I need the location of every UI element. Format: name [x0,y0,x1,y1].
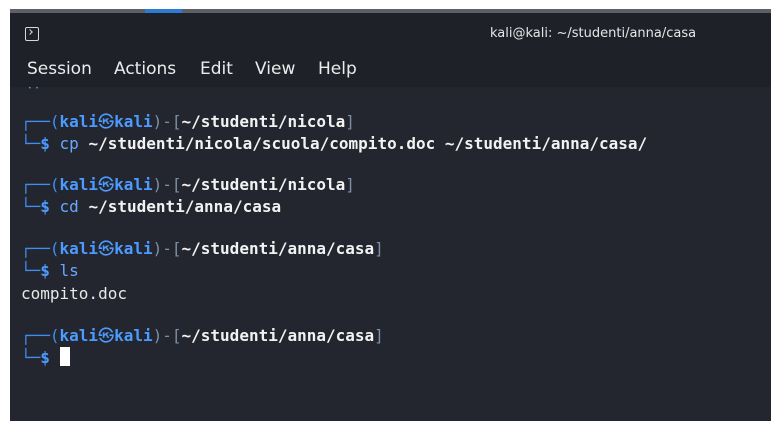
menu-help[interactable]: Help [318,59,357,79]
menu-actions[interactable]: Actions [114,59,176,79]
prompt-at-symbol: ㉿ [98,239,115,258]
command-name: ls [59,261,79,280]
command-args: ~/studenti/nicola/scuola/compito.doc ~/s… [88,134,648,153]
prompt-separator: )-[ [152,239,182,258]
terminal-window: kali@kali: ~/studenti/anna/casa Session … [10,9,771,421]
scrolled-out-text: • • [28,85,39,92]
prompt-line: ┌──(kali㉿kali)-[~/studenti/nicola] [21,111,355,133]
command-line: └─$ ls [21,260,79,282]
prompt-separator: )-[ [152,112,182,131]
prompt-host: kali [114,239,153,258]
title-bar: kali@kali: ~/studenti/anna/casa [10,13,771,53]
prompt-cwd: ~/studenti/nicola [181,112,346,131]
prompt-cwd: ~/studenti/anna/casa [181,239,375,258]
prompt-frame-bottom: └─ [21,348,41,367]
prompt-user: kali [59,326,99,345]
prompt-dollar: $ [40,134,50,153]
command-name: cp [59,134,79,153]
terminal-output-area[interactable]: • • ┌──(kali㉿kali)-[~/studenti/nicola] └… [10,85,771,421]
prompt-frame: ┌──( [21,112,60,131]
command-name: cd [59,197,79,216]
window-title: kali@kali: ~/studenti/anna/casa [490,26,697,41]
command-line[interactable]: └─$ [21,347,70,369]
prompt-at-symbol: ㉿ [98,112,115,131]
prompt-separator: )-[ [152,175,182,194]
command-line: └─$ cp ~/studenti/nicola/scuola/compito.… [21,133,647,155]
menu-session[interactable]: Session [27,59,92,79]
prompt-dollar: $ [40,348,50,367]
prompt-at-symbol: ㉿ [98,175,115,194]
prompt-at-symbol: ㉿ [98,326,115,345]
prompt-host: kali [114,175,153,194]
prompt-line: ┌──(kali㉿kali)-[~/studenti/anna/casa] [21,238,384,260]
prompt-cwd: ~/studenti/nicola [181,175,346,194]
menu-edit[interactable]: Edit [200,59,233,79]
prompt-line: ┌──(kali㉿kali)-[~/studenti/nicola] [21,174,355,196]
prompt-line: ┌──(kali㉿kali)-[~/studenti/anna/casa] [21,325,384,347]
prompt-frame-bottom: └─ [21,261,41,280]
prompt-frame-bottom: └─ [21,134,41,153]
menu-view[interactable]: View [255,59,295,79]
prompt-frame-bottom: └─ [21,197,41,216]
prompt-host: kali [114,326,153,345]
prompt-dollar: $ [40,197,50,216]
text-cursor[interactable] [59,347,70,366]
prompt-dollar: $ [40,261,50,280]
prompt-user: kali [59,112,99,131]
prompt-user: kali [59,175,99,194]
prompt-bracket-close: ] [345,175,355,194]
prompt-separator: )-[ [152,326,182,345]
prompt-host: kali [114,112,153,131]
command-line: └─$ cd ~/studenti/anna/casa [21,196,281,218]
prompt-user: kali [59,239,99,258]
prompt-frame: ┌──( [21,175,60,194]
prompt-frame: ┌──( [21,239,60,258]
terminal-icon[interactable] [25,27,39,41]
command-args: ~/studenti/anna/casa [88,197,282,216]
prompt-bracket-close: ] [374,326,384,345]
command-output: compito.doc [21,284,127,303]
prompt-bracket-close: ] [374,239,384,258]
prompt-cwd: ~/studenti/anna/casa [181,326,375,345]
prompt-bracket-close: ] [345,112,355,131]
prompt-frame: ┌──( [21,326,60,345]
menu-bar: Session Actions Edit View Help [10,53,771,87]
